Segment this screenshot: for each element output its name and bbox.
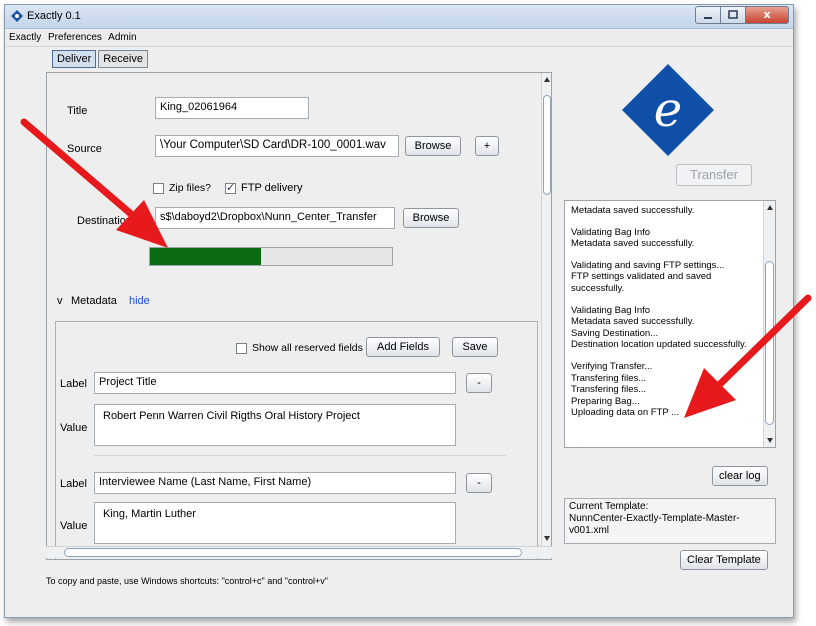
close-icon: x [763,8,771,21]
transfer-progress-bar [149,247,393,266]
field-divider [94,455,506,456]
metadata-value-input[interactable]: Robert Penn Warren Civil Rigths Oral His… [94,404,456,446]
destination-browse-button[interactable]: Browse [403,208,459,228]
log-line: Uploading data on FTP ... [571,407,680,419]
metadata-hide-link[interactable]: hide [129,295,150,307]
logo-letter: e [654,82,682,138]
remove-field-button[interactable]: - [466,473,492,493]
app-logo-icon [11,10,23,22]
horizontal-scroll-thumb[interactable] [64,548,522,557]
log-line: successfully. [571,283,625,294]
log-panel: Metadata saved successfully. Validating B… [564,200,776,448]
menu-preferences[interactable]: Preferences [48,32,102,43]
scroll-down-icon[interactable] [544,536,550,541]
window-title: Exactly 0.1 [27,10,81,22]
log-scroll-down-icon[interactable] [767,438,773,443]
current-template-box: Current Template: NunnCenter-Exactly-Tem… [564,498,776,544]
log-line: Verifying Transfer... [571,361,653,372]
log-line: Destination location updated successfull… [571,339,747,351]
value-caption: Value [60,422,88,434]
metadata-panel: Show all reserved fields Add Fields Save… [55,321,538,559]
scroll-thumb[interactable] [543,95,551,195]
metadata-heading: Metadata [71,295,117,307]
progress-fill [150,248,262,265]
log-line: Saving Destination... [571,327,659,339]
add-fields-button[interactable]: Add Fields [366,337,440,357]
tab-deliver[interactable]: Deliver [52,50,97,68]
log-line: Metadata saved successfully. [571,205,695,216]
destination-label: Destination [77,215,133,227]
window-controls: x [695,6,789,24]
source-browse-button[interactable]: Browse [405,136,461,156]
transfer-button[interactable]: Transfer [676,164,752,186]
template-name-line2: v001.xml [569,525,610,536]
exactly-logo: e [622,64,714,156]
label-caption: Label [60,378,87,390]
ftp-delivery-checkbox[interactable] [225,181,236,194]
clear-template-button[interactable]: Clear Template [680,550,768,570]
log-line: Transfering files... [571,372,647,384]
remove-field-button[interactable]: - [466,373,492,393]
tab-strip: Deliver Receive [52,50,150,68]
scroll-up-icon[interactable] [544,77,550,82]
log-scroll-up-icon[interactable] [767,205,773,210]
minimize-icon [704,17,712,19]
menu-bar: Exactly Preferences Admin [5,29,793,47]
log-scroll-thumb[interactable] [765,261,774,425]
maximize-icon [728,10,738,19]
title-label: Title [67,105,88,117]
title-input[interactable]: King_02061964 [155,97,309,119]
log-line: Metadata saved successfully. [571,238,695,250]
show-reserved-checkbox[interactable] [236,343,247,354]
close-button[interactable]: x [745,6,789,24]
log-line: Transfering files... [571,384,647,396]
log-scrollbar[interactable] [763,201,775,447]
title-bar[interactable]: Exactly 0.1 x [5,5,793,29]
label-caption: Label [60,478,87,490]
template-heading: Current Template: [569,501,649,512]
metadata-value-input[interactable]: King, Martin Luther [94,502,456,544]
log-line: Metadata saved successfully. [571,316,695,328]
log-line: Validating Bag Info [571,304,651,316]
save-metadata-button[interactable]: Save [452,337,498,357]
minimize-button[interactable] [695,6,721,24]
template-name-line1: NunnCenter-Exactly-Template-Master- [569,513,740,524]
log-line: Preparing Bag... [571,395,640,407]
ftp-delivery-label: FTP delivery [241,182,303,194]
log-line: Validating Bag Info [571,226,651,238]
value-caption: Value [60,520,88,532]
metadata-toggle[interactable]: v [57,295,63,307]
log-line: Validating and saving FTP settings... [571,259,725,271]
panel-horizontal-scrollbar[interactable] [46,546,552,558]
maximize-button[interactable] [720,6,746,24]
tab-receive[interactable]: Receive [98,50,148,68]
zip-files-label: Zip files? [169,182,212,194]
show-reserved-label: Show all reserved fields [252,342,363,354]
source-label: Source [67,143,102,155]
zip-files-checkbox[interactable] [153,183,164,194]
panel-vertical-scrollbar[interactable] [541,73,551,559]
add-source-button[interactable]: + [475,136,499,156]
log-line: FTP settings validated and saved [571,271,712,283]
clear-log-button[interactable]: clear log [712,466,768,486]
destination-input[interactable]: s$\daboyd2\Dropbox\Nunn_Center_Transfer [155,207,395,229]
menu-admin[interactable]: Admin [108,32,136,43]
source-input[interactable]: \Your Computer\SD Card\DR-100_0001.wav [155,135,399,157]
deliver-panel: Title King_02061964 Source \Your Compute… [46,72,552,560]
menu-exactly[interactable]: Exactly [9,32,41,43]
copy-paste-hint: To copy and paste, use Windows shortcuts… [46,576,328,586]
metadata-label-input[interactable]: Project Title [94,372,456,394]
metadata-label-input[interactable]: Interviewee Name (Last Name, First Name) [94,472,456,494]
